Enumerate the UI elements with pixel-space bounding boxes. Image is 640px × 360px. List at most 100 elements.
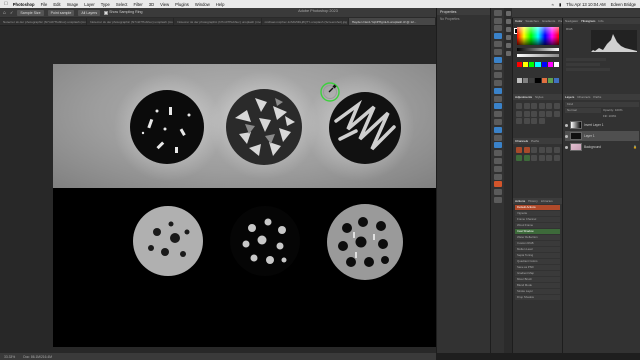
- show-ring-option[interactable]: Show Sampling Ring: [104, 10, 143, 15]
- tab-info[interactable]: Info: [598, 19, 603, 23]
- tab-styles[interactable]: Styles: [535, 95, 543, 99]
- tab-layers[interactable]: Layers: [565, 95, 574, 99]
- tab-paths[interactable]: Paths: [531, 139, 539, 143]
- action-item[interactable]: Stroke Layer: [515, 289, 560, 294]
- channel-button[interactable]: [516, 154, 522, 161]
- swatch[interactable]: [523, 77, 529, 83]
- menu-edit[interactable]: Edit: [53, 2, 60, 7]
- tab-channels[interactable]: Channels: [515, 139, 528, 143]
- swatch[interactable]: [517, 77, 523, 83]
- home-icon[interactable]: ⌂: [3, 10, 6, 16]
- layer-row[interactable]: Invert Layer 1: [565, 120, 639, 130]
- tab-history[interactable]: History: [528, 199, 538, 203]
- foreground-color-icon[interactable]: [493, 181, 502, 188]
- color-lookup-icon[interactable]: [546, 110, 552, 117]
- canvas-area[interactable]: [0, 26, 436, 353]
- action-item[interactable]: Default Actions: [515, 205, 560, 210]
- opacity-field[interactable]: Opacity: 100%: [603, 108, 639, 113]
- panel-icon[interactable]: [505, 43, 511, 48]
- menu-plugins[interactable]: Plugins: [175, 2, 189, 7]
- brightness-slider[interactable]: [517, 48, 559, 51]
- doc-tab-1[interactable]: Notecrer sk der photographic (N7m07Hubhu…: [0, 18, 88, 25]
- menu-type[interactable]: Type: [101, 2, 110, 7]
- action-item[interactable]: Water Reflection: [515, 235, 560, 240]
- channel-mixer-icon[interactable]: [538, 110, 545, 117]
- black-white-icon[interactable]: [523, 110, 530, 117]
- action-item[interactable]: Save as PSD: [515, 265, 560, 270]
- action-item[interactable]: Frame Channel: [515, 217, 560, 222]
- action-item[interactable]: Gradient Map: [515, 271, 560, 276]
- action-item[interactable]: Custom RGB: [515, 241, 560, 246]
- sample-mode-label[interactable]: All Layers: [78, 9, 101, 16]
- properties-title[interactable]: Properties: [437, 8, 490, 15]
- type-tool-icon[interactable]: [493, 134, 502, 141]
- action-item[interactable]: Cast Shadow: [515, 229, 560, 234]
- fill-field[interactable]: Fill: 100%: [603, 114, 639, 119]
- layer-filter-kind[interactable]: Kind: [565, 102, 639, 107]
- menu-layer[interactable]: Layer: [84, 2, 94, 7]
- swatch[interactable]: [541, 77, 547, 83]
- swatch[interactable]: [535, 77, 541, 83]
- threshold-icon[interactable]: [523, 118, 530, 124]
- histogram-channel[interactable]: RGB: [566, 27, 573, 31]
- sample-size-select[interactable]: Point sample: [47, 9, 75, 16]
- tab-adjustments[interactable]: Adjustments: [515, 95, 532, 99]
- visibility-eye-icon[interactable]: [565, 134, 568, 138]
- path-select-tool-icon[interactable]: [493, 142, 502, 149]
- apple-icon[interactable]: : [4, 1, 8, 7]
- menu-view[interactable]: View: [160, 2, 169, 7]
- exposure-icon[interactable]: [538, 103, 545, 109]
- panel-icon[interactable]: [505, 35, 511, 40]
- visibility-eye-icon[interactable]: [565, 145, 568, 149]
- levels-icon[interactable]: [523, 103, 530, 109]
- action-item[interactable]: Wood Frame: [515, 223, 560, 228]
- channel-button[interactable]: [531, 154, 537, 161]
- swatch[interactable]: [523, 62, 529, 67]
- panel-icon[interactable]: [505, 19, 511, 24]
- color-spectrum[interactable]: [517, 27, 559, 45]
- photo-filter-icon[interactable]: [531, 110, 537, 117]
- brightness-icon[interactable]: [516, 103, 522, 109]
- channel-button[interactable]: [531, 147, 537, 153]
- document-image[interactable]: [53, 64, 436, 347]
- zoom-level[interactable]: 33.33%: [4, 355, 15, 359]
- marquee-tool-icon[interactable]: [493, 17, 502, 24]
- user-name[interactable]: Edeen Bridge: [611, 2, 636, 7]
- pen-tool-icon[interactable]: [493, 126, 502, 133]
- channel-button[interactable]: [553, 154, 560, 161]
- clone-stamp-tool-icon[interactable]: [493, 79, 502, 86]
- action-item[interactable]: Sepia Toning: [515, 253, 560, 258]
- doc-tab-3[interactable]: Notecrer sk der photographic (N7m07Hubhu…: [174, 18, 262, 25]
- blur-tool-icon[interactable]: [493, 111, 502, 118]
- tab-gradients[interactable]: Gradients: [542, 19, 555, 23]
- hue-saturation-icon[interactable]: [553, 103, 560, 109]
- channel-button[interactable]: [546, 154, 552, 161]
- tab-paths[interactable]: Paths: [593, 95, 601, 99]
- blend-mode-select[interactable]: Normal: [565, 108, 601, 113]
- action-item[interactable]: Drop Shadow: [515, 295, 560, 300]
- invert-icon[interactable]: [553, 110, 560, 117]
- screen-mode-icon[interactable]: [493, 196, 502, 203]
- layer-row-selected[interactable]: Layer 1: [565, 131, 639, 141]
- vibrance-icon[interactable]: [546, 103, 552, 109]
- action-item[interactable]: Mixer Brush: [515, 277, 560, 282]
- crop-tool-icon[interactable]: [493, 40, 502, 47]
- swatch[interactable]: [541, 62, 547, 67]
- swatch[interactable]: [547, 62, 553, 67]
- quick-select-tool-icon[interactable]: [493, 33, 502, 40]
- menu-3d[interactable]: 3D: [149, 2, 154, 7]
- swatch[interactable]: [553, 62, 559, 67]
- tab-navigator[interactable]: Navigator: [565, 19, 578, 23]
- tab-channels[interactable]: Channels: [577, 95, 590, 99]
- frame-tool-icon[interactable]: [493, 48, 502, 55]
- eraser-tool-icon[interactable]: [493, 95, 502, 102]
- panel-icon[interactable]: [505, 27, 511, 32]
- tab-swatches[interactable]: Swatches: [525, 19, 538, 23]
- channel-button[interactable]: [553, 147, 560, 153]
- posterize-icon[interactable]: [516, 118, 522, 124]
- curves-icon[interactable]: [531, 103, 537, 109]
- battery-icon[interactable]: ▮: [559, 2, 561, 7]
- swatch[interactable]: [517, 62, 523, 67]
- menu-image[interactable]: Image: [67, 2, 79, 7]
- clock[interactable]: Thu Apr 13 10:04 AM: [566, 2, 605, 7]
